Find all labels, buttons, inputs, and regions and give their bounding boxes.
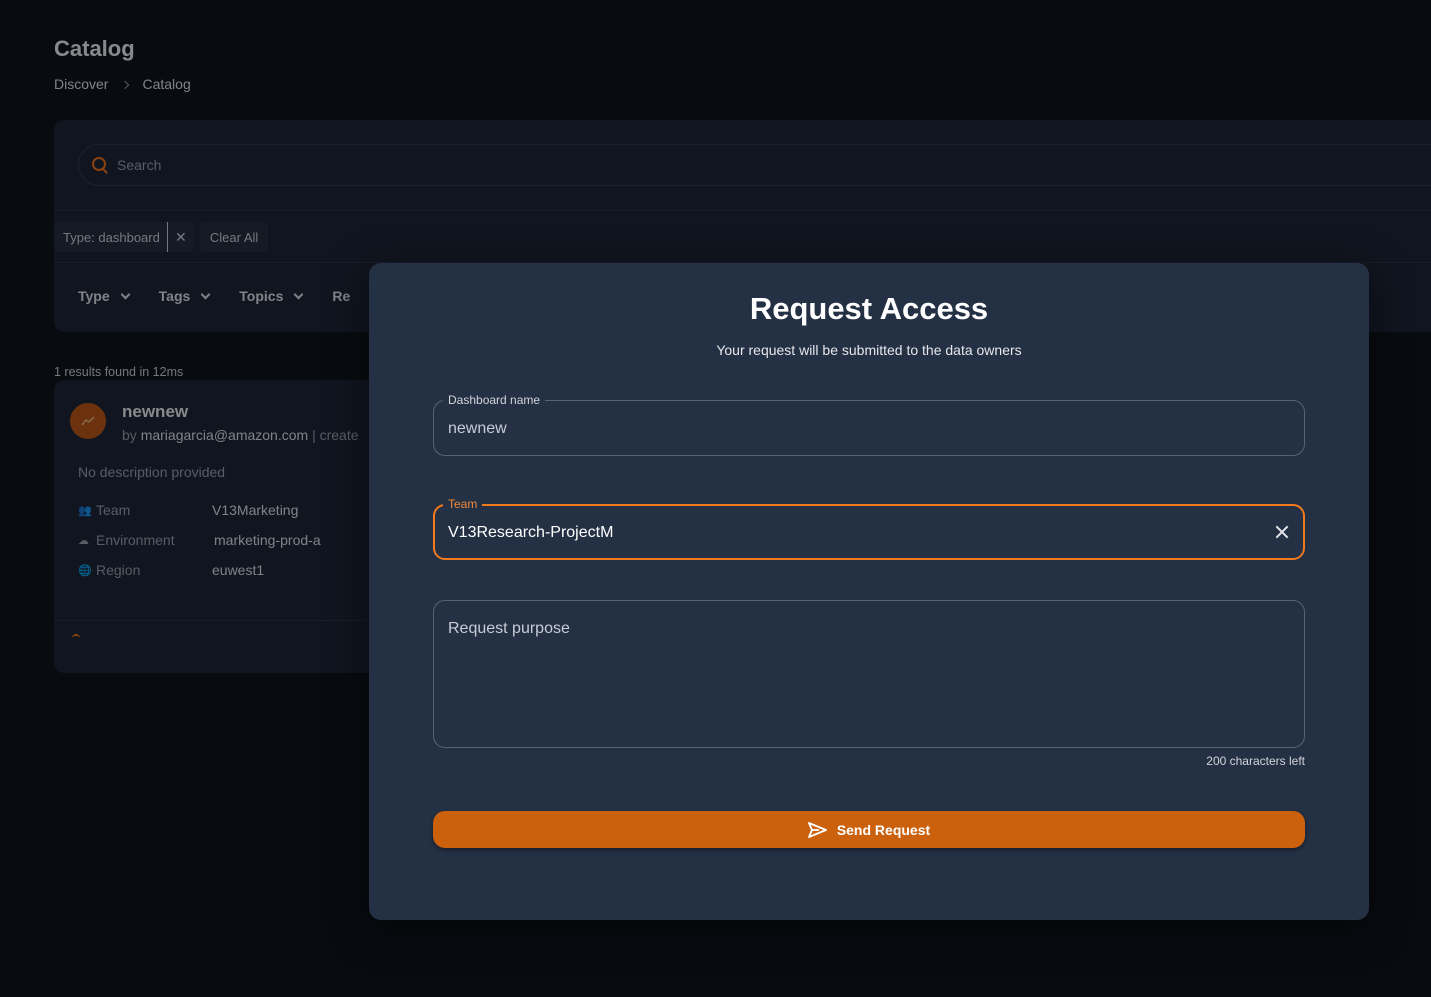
team-value: V13Research-ProjectM	[448, 524, 614, 541]
dashboard-name-value: newnew	[448, 420, 507, 437]
page: Catalog Discover Catalog Search Type: da…	[0, 0, 1431, 997]
characters-left: 200 characters left	[1206, 754, 1305, 768]
clear-icon[interactable]	[1273, 523, 1291, 541]
send-request-label: Send Request	[836, 821, 931, 838]
request-purpose-textarea[interactable]: Request purpose	[433, 600, 1305, 748]
dashboard-name-field[interactable]: Dashboard name newnew	[433, 393, 1305, 456]
request-access-dialog: Request Access Your request will be subm…	[369, 263, 1369, 920]
request-purpose-placeholder: Request purpose	[448, 620, 570, 637]
dialog-title: Request Access	[749, 291, 989, 326]
dialog-subtitle: Your request will be submitted to the da…	[716, 342, 1022, 358]
send-request-button[interactable]: Send Request	[433, 811, 1305, 848]
dashboard-name-label: Dashboard name	[443, 393, 546, 407]
team-label: Team	[443, 497, 483, 511]
team-select[interactable]: Team V13Research-ProjectM	[433, 497, 1305, 560]
send-icon	[807, 821, 827, 838]
